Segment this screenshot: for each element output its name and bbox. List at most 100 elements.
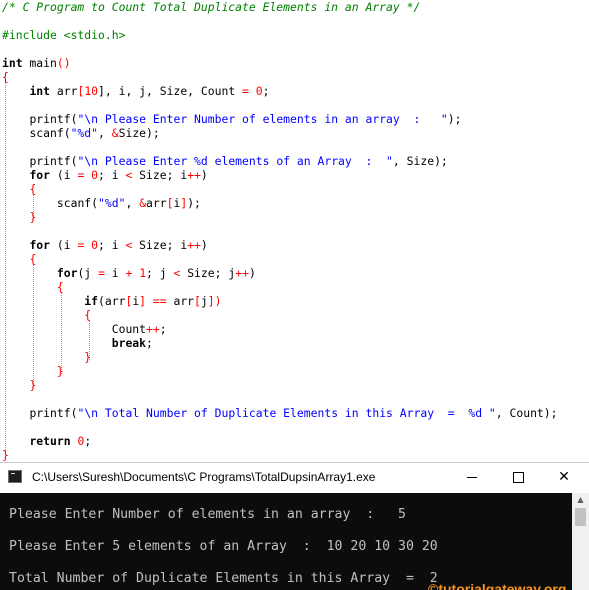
close-icon: ✕ <box>558 469 570 485</box>
code-token: return <box>29 434 71 448</box>
console-title-bar[interactable]: C:\Users\Suresh\Documents\C Programs\Tot… <box>0 463 589 493</box>
code-token: ) <box>248 266 256 280</box>
console-output-line: Please Enter Number of elements in an ar… <box>9 507 406 522</box>
code-token: i <box>104 266 126 280</box>
close-button[interactable]: ✕ <box>541 463 587 493</box>
header-comment: /* C Program to Count Total Duplicate El… <box>2 0 421 14</box>
maximize-button[interactable] <box>495 463 541 493</box>
code-line-9: printf("\n Please Enter Number of elemen… <box>2 112 461 126</box>
code-token: [ <box>194 294 201 308</box>
code-token: j <box>200 294 208 308</box>
code-line-20: for(j = i + 1; j < Size; j++) <box>2 266 256 280</box>
code-line-19: { <box>2 252 36 266</box>
code-line-33: } <box>2 448 9 462</box>
code-brace: { <box>29 182 37 196</box>
code-token: ; <box>159 322 167 336</box>
code-line-22: if(arr[i] == arr[j]) <box>2 294 221 308</box>
code-line-12: printf("\n Please Enter %d elements of a… <box>2 154 448 168</box>
code-token: (j <box>77 266 99 280</box>
code-token: ++ <box>235 266 249 280</box>
code-line-18: for (i = 0; i < Size; i++) <box>2 238 208 252</box>
code-token: 0 <box>91 168 99 182</box>
code-token: ) <box>200 238 208 252</box>
code-line-28: } <box>2 378 36 392</box>
code-token: = <box>242 84 249 98</box>
code-line-30: printf("\n Total Number of Duplicate Ele… <box>2 406 557 420</box>
code-string: "\n Total Number of Duplicate Elements i… <box>77 406 496 420</box>
code-brace: { <box>56 280 64 294</box>
scroll-up-arrow-icon[interactable]: ▲ <box>572 493 589 507</box>
code-line-13: for (i = 0; i < Size; i++) <box>2 168 208 182</box>
code-line-24: Count++; <box>2 322 167 336</box>
scrollbar-thumb[interactable] <box>575 508 586 526</box>
code-string: "%d" <box>98 196 126 210</box>
main-parens: () <box>56 56 71 70</box>
code-token: scanf( <box>29 126 71 140</box>
code-token: , <box>98 126 112 140</box>
code-line-25: break; <box>2 336 153 350</box>
code-token: for <box>29 168 51 182</box>
console-scrollbar[interactable]: ▲ <box>572 493 589 590</box>
code-token: Size; i <box>132 238 188 252</box>
console-output-area[interactable]: Please Enter Number of elements in an ar… <box>0 493 572 590</box>
console-window-title: C:\Users\Suresh\Documents\C Programs\Tot… <box>32 470 376 484</box>
code-line-14: { <box>2 182 36 196</box>
code-token: ; j <box>146 266 174 280</box>
code-token: (i <box>50 238 78 252</box>
code-line-23: { <box>2 308 91 322</box>
code-token: & <box>111 126 119 140</box>
code-token: ++ <box>146 322 160 336</box>
code-token: , <box>125 196 140 210</box>
code-token: ; <box>84 434 92 448</box>
code-token: arr <box>50 84 78 98</box>
code-token: ]) <box>207 294 222 308</box>
code-editor[interactable]: /* C Program to Count Total Duplicate El… <box>0 0 589 462</box>
code-line-15: scanf("%d", &arr[i]); <box>2 196 201 210</box>
code-line-6: { <box>2 70 9 84</box>
code-token: , Size); <box>392 154 448 168</box>
code-token: arr <box>166 294 195 308</box>
code-string: "%d" <box>70 126 99 140</box>
code-token: break <box>111 336 147 350</box>
code-token: 0 <box>255 84 263 98</box>
code-token: arr <box>146 196 167 210</box>
minimize-button[interactable] <box>449 463 495 493</box>
console-app-icon <box>8 470 22 483</box>
code-token: (i <box>50 168 78 182</box>
code-token: int <box>29 84 51 98</box>
code-token: for <box>56 266 78 280</box>
code-brace: } <box>29 210 37 224</box>
main-open-brace: { <box>2 70 9 84</box>
code-line-26: } <box>2 350 91 364</box>
code-brace: } <box>56 364 64 378</box>
code-line-1: /* C Program to Count Total Duplicate El… <box>2 0 420 14</box>
console-window: C:\Users\Suresh\Documents\C Programs\Tot… <box>0 462 589 590</box>
code-token: ; <box>146 336 153 350</box>
code-token: printf( <box>29 112 78 126</box>
console-output-line: Total Number of Duplicate Elements in th… <box>9 571 438 586</box>
code-line-21: { <box>2 280 64 294</box>
include-directive: #include <stdio.h> <box>2 28 126 42</box>
code-token: Count <box>111 322 147 336</box>
code-token: ; i <box>98 238 126 252</box>
code-token: == <box>152 294 167 308</box>
console-output-line: Please Enter 5 elements of an Array : 10… <box>9 539 438 554</box>
code-token: ) <box>200 168 208 182</box>
code-token: (arr <box>98 294 126 308</box>
main-close-brace: } <box>2 448 9 462</box>
code-token: 10 <box>84 84 99 98</box>
code-line-5: int main() <box>2 56 71 70</box>
code-line-7: int arr[10], i, j, Size, Count = 0; <box>2 84 269 98</box>
code-brace: { <box>29 252 37 266</box>
code-line-32: return 0; <box>2 434 91 448</box>
code-token: 0 <box>91 238 99 252</box>
code-line-27: } <box>2 364 64 378</box>
code-brace: } <box>29 378 37 392</box>
code-brace: } <box>84 350 92 364</box>
code-line-10: scanf("%d", &Size); <box>2 126 159 140</box>
code-token: printf( <box>29 406 78 420</box>
code-token: ++ <box>187 238 201 252</box>
keyword-int: int <box>2 56 23 70</box>
